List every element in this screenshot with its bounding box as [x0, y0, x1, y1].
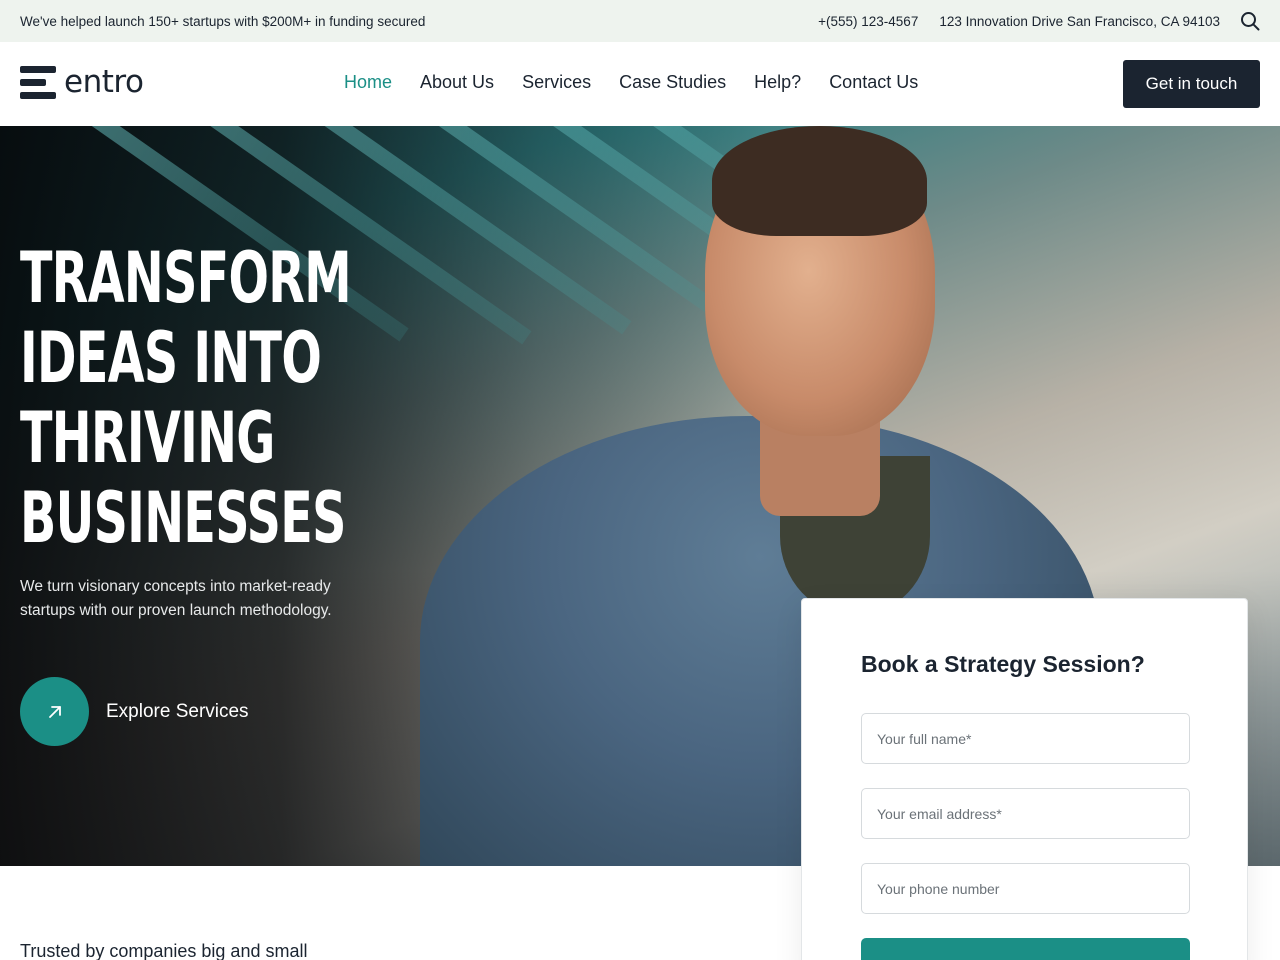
- hero-title-line: IDEAS INTO: [20, 317, 322, 399]
- logo-text: entro: [64, 63, 144, 100]
- arrow-up-right-icon[interactable]: [20, 677, 89, 746]
- top-bar: We've helped launch 150+ startups with $…: [0, 0, 1280, 42]
- nav-item-help[interactable]: Help?: [754, 72, 801, 93]
- nav-item-contact-us[interactable]: Contact Us: [829, 72, 918, 93]
- get-in-touch-button[interactable]: Get in touch: [1123, 60, 1260, 108]
- submit-button[interactable]: [861, 938, 1190, 960]
- full-name-input[interactable]: [861, 713, 1190, 764]
- hero-title-line: BUSINESSES: [20, 477, 346, 559]
- trusted-heading: Trusted by companies big and small: [20, 941, 308, 960]
- nav-item-about-us[interactable]: About Us: [420, 72, 494, 93]
- hero-title-line: TRANSFORM: [20, 237, 352, 319]
- main-nav: Home About Us Services Case Studies Help…: [344, 72, 918, 93]
- site-header: entro Home About Us Services Case Studie…: [0, 42, 1280, 126]
- logo[interactable]: entro: [20, 63, 144, 100]
- nav-item-home[interactable]: Home: [344, 72, 392, 93]
- explore-services-label[interactable]: Explore Services: [106, 701, 249, 723]
- form-title: Book a Strategy Session?: [861, 651, 1145, 677]
- search-icon[interactable]: [1240, 11, 1260, 31]
- nav-item-services[interactable]: Services: [522, 72, 591, 93]
- email-input[interactable]: [861, 788, 1190, 839]
- explore-services-link[interactable]: Explore Services: [20, 677, 249, 746]
- phone-number[interactable]: +(555) 123-4567: [818, 14, 918, 29]
- strategy-session-form: Book a Strategy Session?: [801, 598, 1248, 960]
- logo-mark-icon: [20, 66, 56, 100]
- hero-title-line: THRIVING: [20, 397, 275, 479]
- nav-item-case-studies[interactable]: Case Studies: [619, 72, 726, 93]
- promo-text: We've helped launch 150+ startups with $…: [20, 13, 426, 29]
- phone-input[interactable]: [861, 863, 1190, 914]
- hero-subtitle: We turn visionary concepts into market-r…: [20, 578, 332, 619]
- hero-title: TRANSFORM IDEAS INTO THRIVING BUSINESSES: [20, 237, 352, 559]
- address-text: 123 Innovation Drive San Francisco, CA 9…: [939, 13, 1220, 29]
